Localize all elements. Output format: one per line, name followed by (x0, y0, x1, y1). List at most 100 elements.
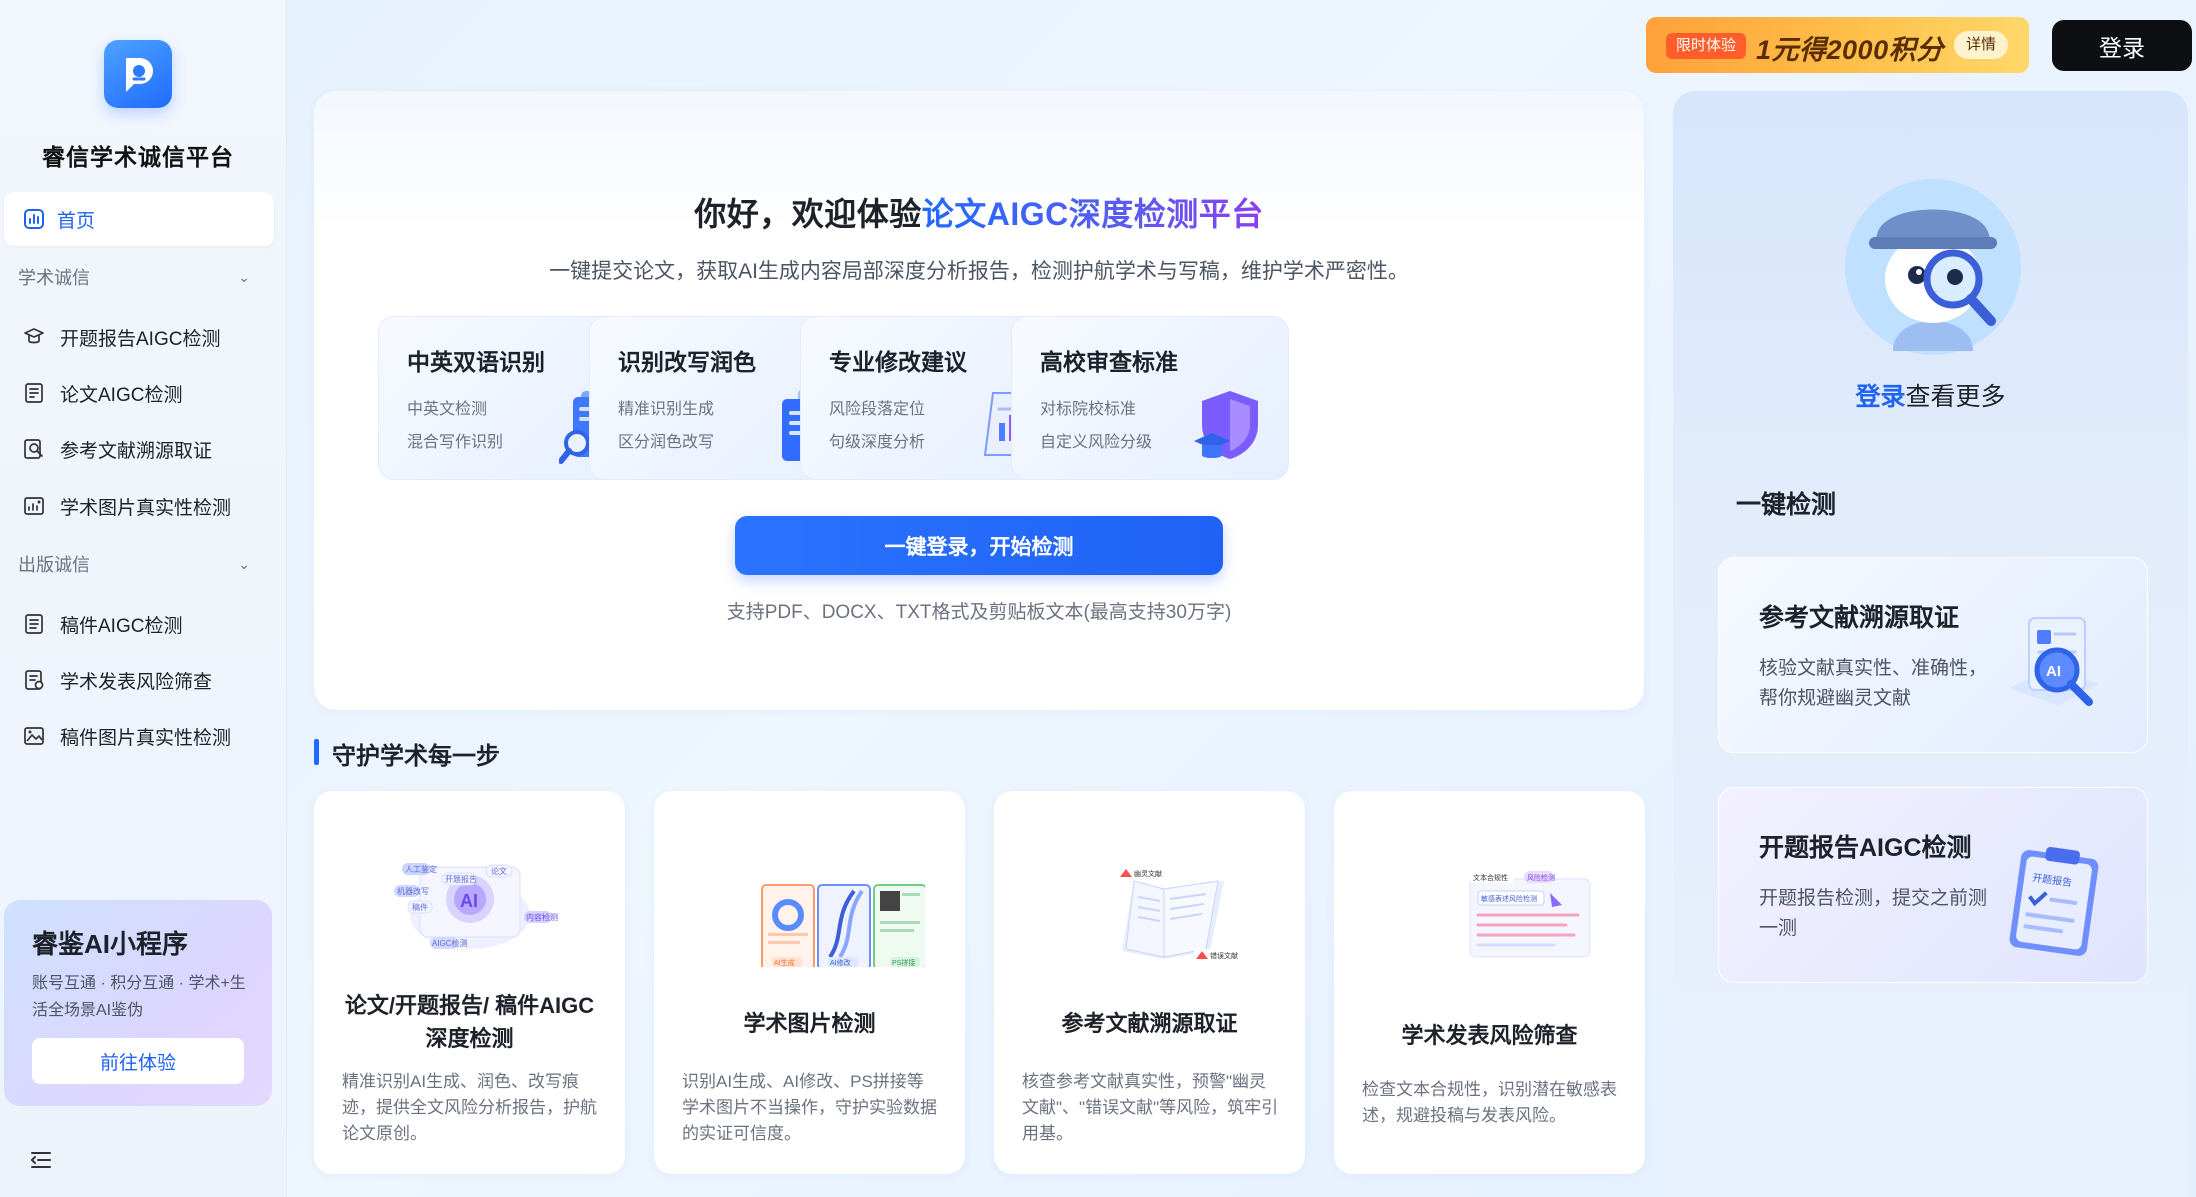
aigc-detection-illustration: AI 人工鉴定 开题报告 论文 机器改写 稿件 内容检测 AIGC检测 (394, 863, 558, 949)
logo[interactable] (104, 40, 172, 108)
sidebar-item-manuscript-aigc[interactable]: 稿件AIGC检测 (4, 600, 274, 648)
hero-title: 你好，欢迎体验论文AIGC深度检测平台 (314, 189, 1644, 235)
brand-name: 睿信学术诚信平台 (42, 144, 234, 170)
quick-card-proposal[interactable]: 开题报告AIGC检测 开题报告检测，提交之前测一测 开题报告 (1718, 787, 2148, 983)
sidebar-group-publishing[interactable]: 出版诚信 ⌄ (18, 549, 258, 579)
sidebar-item-paper-aigc[interactable]: 论文AIGC检测 (4, 369, 274, 417)
login-more-label: 查看更多 (1905, 383, 2006, 411)
quick-card-title: 开题报告AIGC检测 (1759, 834, 1972, 862)
service-card-desc: 精准识别AI生成、润色、改写痕迹，提供全文风险分析报告，护航论文原创。 (342, 1072, 597, 1143)
service-card-aigc[interactable]: AI 人工鉴定 开题报告 论文 机器改写 稿件 内容检测 AIGC检测 论文/开… (314, 791, 625, 1174)
quick-check-title: 一键检测 (1736, 491, 1837, 519)
promo-banner[interactable]: 限时体验 1元得2000积分 详情 (1646, 17, 2029, 73)
feature-line: 混合写作识别 (407, 434, 504, 451)
logo-icon (126, 58, 153, 92)
service-card-title: 参考文献溯源取证 (1061, 1011, 1238, 1036)
quick-card-reference[interactable]: 参考文献溯源取证 核验文献真实性、准确性，帮你规避幽灵文献 AI (1718, 557, 2148, 753)
graduation-shield-icon (1194, 391, 1258, 459)
sidebar: 睿信学术诚信平台 首页 学术诚信 ⌄ 开题报告AIGC检测 论文AIGC检测 参… (0, 0, 287, 1197)
try-mini-program-button[interactable]: 前往体验 (32, 1038, 244, 1084)
section-marker (314, 739, 319, 765)
feature-line: 精准识别生成 (618, 401, 715, 418)
service-card-title: 论文/开题报告/ 稿件AIGC深度检测 (344, 993, 595, 1051)
chip-text: AI (460, 891, 478, 911)
sidebar-item-label: 稿件图片真实性检测 (60, 727, 232, 749)
image-chart-icon (24, 497, 44, 515)
service-card-title: 学术图片检测 (743, 1011, 876, 1036)
feature-title: 中英双语识别 (407, 349, 545, 375)
service-card-desc: 识别AI生成、AI修改、PS拼接等学术图片不当操作，守护实验数据的实证可信度。 (682, 1072, 937, 1143)
mini-program-card: 睿鉴AI小程序 账号互通 · 积分互通 · 学术+生活全场景AI鉴伪 前往体验 (4, 900, 272, 1106)
sidebar-item-label: 首页 (57, 210, 96, 232)
sidebar-item-reference-trace[interactable]: 参考文献溯源取证 (4, 425, 274, 473)
image-detection-illustration: AI生成 AI修改 PS拼接 (761, 884, 925, 967)
chip-text: 论文 (491, 866, 507, 876)
sidebar-item-image-authenticity[interactable]: 学术图片真实性检测 (4, 482, 274, 530)
image-label: AI生成 (774, 958, 795, 967)
svg-text:AI: AI (2046, 663, 2061, 680)
clipboard-report-icon: 开题报告 (2009, 846, 2099, 956)
ai-magnifier-doc-icon: AI (2009, 617, 2099, 706)
image-label: AI修改 (830, 958, 851, 967)
sidebar-item-home[interactable]: 首页 (4, 192, 274, 246)
reference-trace-illustration: 幽灵文献 错误文献 (1118, 867, 1238, 961)
service-card-publish-risk[interactable]: 文本合规性 风险检测 敏感表述风险检测 学术发表风险筛查 检查文本合规性，识别潜… (1334, 791, 1645, 1174)
feature-title: 专业修改建议 (829, 349, 967, 375)
chip-text: 开题报告 (445, 874, 477, 884)
format-note: 支持PDF、DOCX、TXT格式及剪贴板文本(最高支持30万字) (726, 602, 1232, 623)
hero-subtitle: 一键提交论文，获取AI生成内容局部深度分析报告，检测护航学术与写稿，维护学术严密… (549, 260, 1409, 283)
sidebar-item-label: 论文AIGC检测 (60, 384, 183, 406)
risk-screening-illustration: 文本合规性 风险检测 敏感表述风险检测 (1469, 871, 1591, 958)
image-icon (24, 727, 44, 745)
feature-line: 对标院校标准 (1040, 401, 1137, 418)
hero-title-prefix: 你好，欢迎体验 (694, 196, 922, 232)
sidebar-item-publish-risk[interactable]: 学术发表风险筛查 (4, 656, 274, 704)
chip-text: AIGC检测 (432, 938, 468, 948)
promo-tag: 限时体验 (1666, 33, 1747, 59)
manuscript-icon (25, 614, 43, 634)
chip-text: 人工鉴定 (405, 864, 437, 874)
promo-detail-button[interactable]: 详情 (1954, 31, 2009, 59)
mini-program-title: 睿鉴AI小程序 (32, 929, 189, 959)
risk-label: 风险检测 (1527, 873, 1555, 882)
checklist-icon (25, 670, 44, 690)
risk-label: 敏感表述风险检测 (1481, 894, 1537, 903)
feature-line: 自定义风险分级 (1040, 434, 1153, 451)
service-card-reference[interactable]: 幽灵文献 错误文献 参考文献溯源取证 核查参考文献真实性，预警"幽灵文献"、"错… (994, 791, 1305, 1174)
sidebar-item-label: 开题报告AIGC检测 (60, 328, 221, 350)
search-document-icon (24, 439, 43, 459)
sidebar-group-label: 学术诚信 (18, 268, 90, 288)
feature-line: 句级深度分析 (829, 434, 926, 451)
chevron-down-icon: ⌄ (238, 268, 250, 285)
chip-text: 内容检测 (526, 912, 558, 922)
service-card-title: 学术发表风险筛查 (1401, 1023, 1578, 1048)
sidebar-group-label: 出版诚信 (18, 555, 90, 575)
login-button[interactable]: 登录 (2052, 20, 2192, 71)
login-more-text: 登录查看更多 (1673, 377, 2188, 413)
service-card-desc: 检查文本合规性，识别潜在敏感表述，规避投稿与发表风险。 (1362, 1080, 1617, 1125)
login-link[interactable]: 登录 (1855, 383, 1905, 411)
sidebar-item-label: 参考文献溯源取证 (60, 440, 213, 462)
sidebar-item-label: 稿件AIGC检测 (60, 615, 183, 637)
quick-card-desc: 核验文献真实性、准确性，帮你规避幽灵文献 (1759, 658, 1988, 709)
service-card-image[interactable]: AI生成 AI修改 PS拼接 学术图片检测 识别AI生成、AI修改、PS拼接等学… (654, 791, 965, 1174)
feature-line: 风险段落定位 (829, 401, 926, 418)
login-start-button[interactable]: 一键登录，开始检测 (735, 516, 1223, 575)
sidebar-item-proposal-aigc[interactable]: 开题报告AIGC检测 (4, 313, 274, 361)
graduation-cap-icon (24, 328, 44, 344)
section-title: 守护学术每一步 (332, 743, 500, 770)
mascot-detective-icon (1845, 179, 2021, 355)
feature-title: 高校审查标准 (1040, 349, 1178, 375)
quick-card-title: 参考文献溯源取证 (1759, 604, 1960, 632)
sidebar-item-manuscript-image[interactable]: 稿件图片真实性检测 (4, 712, 274, 760)
hero-title-highlight: 论文AIGC深度检测平台 (921, 196, 1264, 232)
image-label: PS拼接 (892, 958, 915, 967)
feature-card-standard: 高校审查标准 对标院校标准 自定义风险分级 (1011, 316, 1289, 480)
sidebar-item-label: 学术图片真实性检测 (60, 497, 232, 519)
collapse-menu-icon[interactable] (30, 1150, 52, 1170)
reference-label: 幽灵文献 (1134, 869, 1162, 878)
sidebar-group-academic[interactable]: 学术诚信 ⌄ (18, 262, 258, 292)
hero-panel: 你好，欢迎体验论文AIGC深度检测平台 一键提交论文，获取AI生成内容局部深度分… (314, 91, 1644, 710)
mini-program-desc: 账号互通 · 积分互通 · 学术+生活全场景AI鉴伪 (32, 975, 246, 1019)
right-panel: 登录查看更多 一键检测 参考文献溯源取证 核验文献真实性、准确性，帮你规避幽灵文… (1673, 91, 2188, 1197)
